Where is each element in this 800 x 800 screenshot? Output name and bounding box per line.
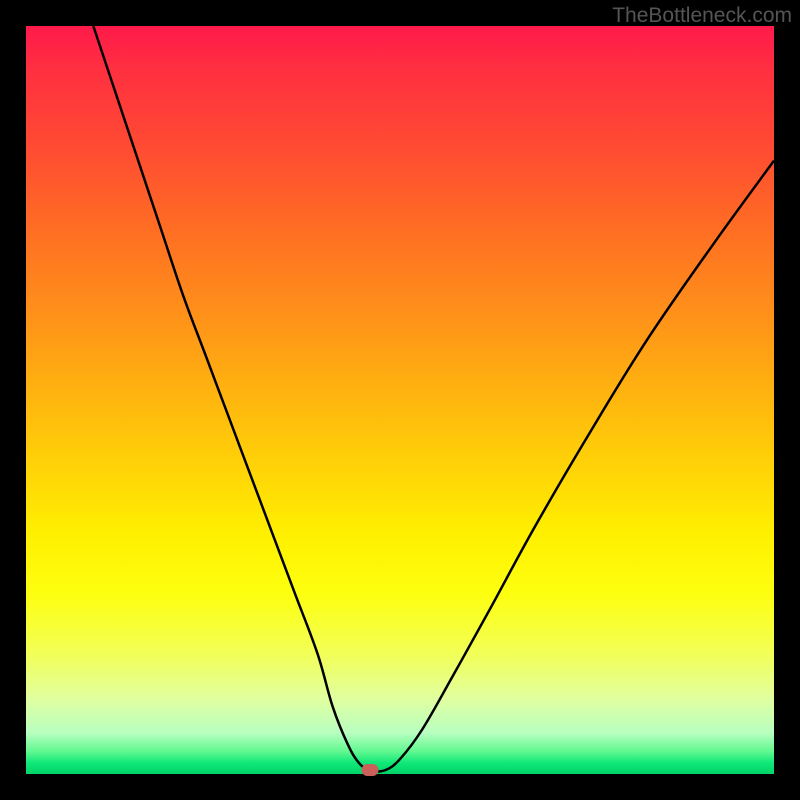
watermark-text: TheBottleneck.com [612,4,792,28]
bottleneck-curve [26,26,774,774]
plot-area [26,26,774,774]
optimal-marker [362,764,379,776]
chart-container: TheBottleneck.com [0,0,800,800]
